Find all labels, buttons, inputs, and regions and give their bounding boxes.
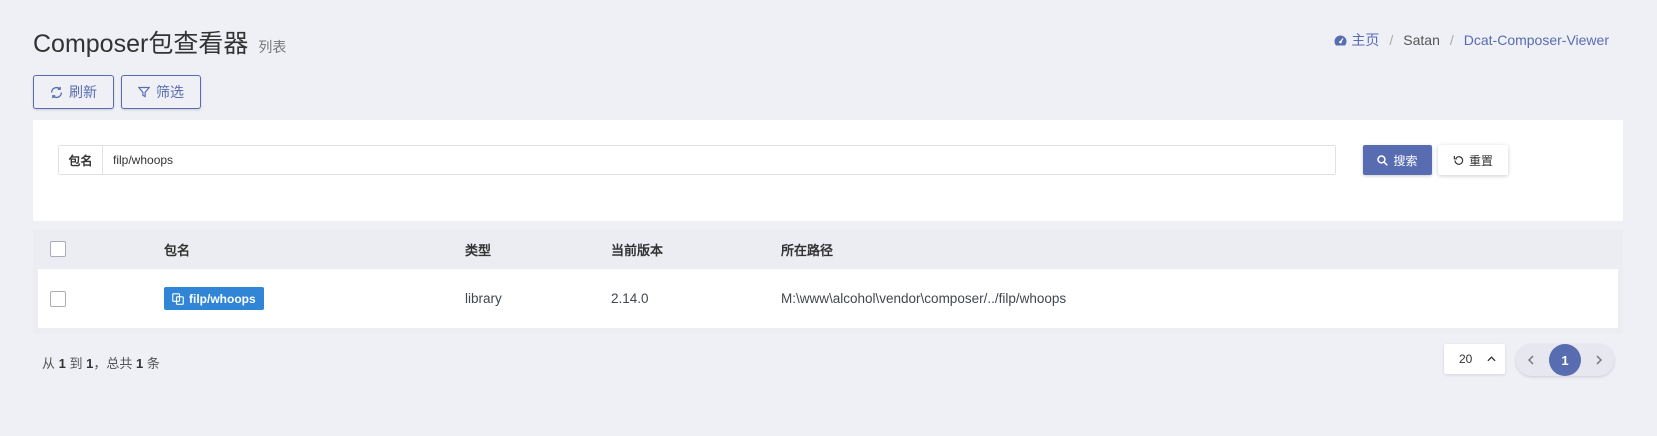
- breadcrumb-item-satan[interactable]: Satan: [1403, 32, 1440, 48]
- breadcrumb-home-label: 主页: [1351, 32, 1380, 48]
- header-package-name[interactable]: 包名: [164, 229, 190, 269]
- select-all-cell: [50, 229, 66, 269]
- breadcrumb-home[interactable]: 主页: [1334, 30, 1379, 50]
- search-label: 搜索: [1393, 153, 1418, 168]
- summary-total: 1: [136, 356, 144, 371]
- header-version[interactable]: 当前版本: [611, 229, 663, 269]
- reset-button[interactable]: 重置: [1438, 145, 1508, 175]
- filter-panel: 包名 搜索 重置: [33, 120, 1623, 221]
- summary-unit-label: 条: [146, 356, 160, 371]
- refresh-icon: [50, 86, 63, 98]
- per-page-value: 20: [1459, 352, 1473, 366]
- summary-to-label: 到: [69, 356, 83, 371]
- row-checkbox[interactable]: [50, 290, 66, 307]
- package-name-filter: 包名: [58, 145, 1336, 175]
- toolbar: 刷新 筛选: [33, 75, 201, 109]
- pagination: 1: [1516, 344, 1614, 376]
- version-cell: 2.14.0: [611, 291, 649, 306]
- page-subtitle: 列表: [258, 39, 287, 55]
- breadcrumb-separator: /: [1389, 32, 1394, 48]
- table-row: filp/whoops library 2.14.0 M:\www\alcoho…: [38, 269, 1618, 328]
- chevron-left-icon: [1528, 355, 1534, 365]
- select-all-checkbox[interactable]: [50, 241, 66, 257]
- breadcrumb-separator: /: [1449, 32, 1454, 48]
- package-name-label: 包名: [59, 146, 103, 174]
- filter-icon: [138, 86, 150, 98]
- per-page-select[interactable]: 20: [1444, 344, 1505, 374]
- pagination-summary: 从 1 到 1，总共 1 条: [42, 353, 160, 372]
- breadcrumb: 主页 / Satan / Dcat-Composer-Viewer: [1334, 30, 1609, 50]
- package-name-input[interactable]: [103, 146, 1335, 174]
- dashboard-icon: [1334, 35, 1347, 45]
- search-button[interactable]: 搜索: [1363, 145, 1432, 175]
- copy-icon: [172, 292, 184, 305]
- page-header: Composer包查看器 列表: [33, 24, 286, 60]
- undo-icon: [1453, 155, 1464, 165]
- chevron-up-icon: [1487, 356, 1496, 362]
- header-type[interactable]: 类型: [465, 229, 491, 269]
- summary-total-label: ，总共: [93, 356, 133, 371]
- chevron-right-icon: [1596, 355, 1602, 365]
- summary-from-label: 从: [42, 356, 56, 371]
- breadcrumb-item-current[interactable]: Dcat-Composer-Viewer: [1464, 32, 1609, 48]
- table-header: 包名 类型 当前版本 所在路径: [33, 229, 1623, 269]
- next-page-button[interactable]: [1591, 355, 1607, 365]
- type-cell: library: [465, 291, 502, 306]
- refresh-label: 刷新: [69, 84, 97, 100]
- reset-label: 重置: [1468, 153, 1493, 168]
- refresh-button[interactable]: 刷新: [33, 75, 114, 109]
- header-path[interactable]: 所在路径: [781, 229, 833, 269]
- package-name-badge[interactable]: filp/whoops: [164, 287, 264, 310]
- summary-from: 1: [58, 356, 66, 371]
- current-page-button[interactable]: 1: [1549, 344, 1581, 376]
- filter-label: 筛选: [156, 84, 184, 100]
- filter-button[interactable]: 筛选: [121, 75, 201, 109]
- path-cell: M:\www\alcohol\vendor\composer/../filp/w…: [781, 291, 1067, 306]
- row-select-cell: [50, 269, 66, 328]
- package-name-text: filp/whoops: [189, 291, 256, 306]
- prev-page-button[interactable]: [1523, 355, 1539, 365]
- package-table: 包名 类型 当前版本 所在路径 filp/whoops library 2.14…: [33, 229, 1623, 333]
- page-title: Composer包查看器: [33, 30, 249, 58]
- search-icon: [1377, 154, 1389, 166]
- package-name-cell: filp/whoops: [164, 269, 264, 328]
